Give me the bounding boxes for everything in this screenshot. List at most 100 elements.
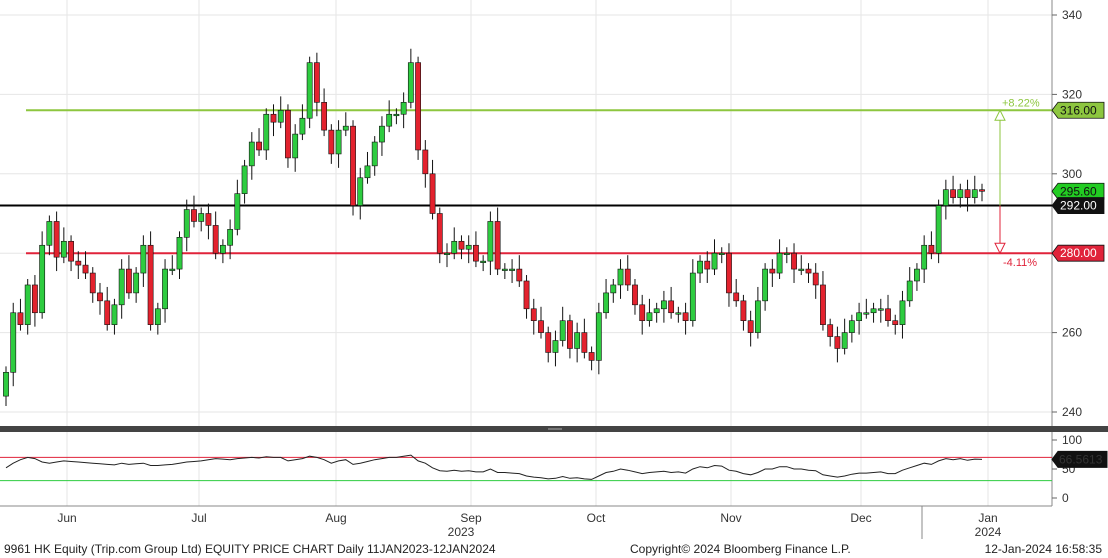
month-label: Jun: [57, 511, 76, 525]
candle-body: [292, 133, 299, 159]
candle-body: [154, 308, 161, 325]
level-292-tag-label: 292.00: [1060, 199, 1097, 213]
candle-body: [574, 332, 581, 349]
chart-description: 9961 HK Equity (Trip.com Group Ltd) EQUI…: [4, 542, 496, 556]
month-label: Sep: [460, 511, 482, 525]
candle-body: [624, 268, 631, 286]
month-label: Jul: [191, 511, 206, 525]
month-label: Dec: [850, 511, 871, 525]
candle-body: [950, 189, 956, 198]
candle-body: [313, 62, 320, 103]
candle-body: [321, 102, 328, 131]
resistance-tag-label: 316.00: [1060, 103, 1097, 117]
candle-body: [53, 221, 60, 258]
candle-body: [581, 332, 588, 353]
candle-body: [183, 209, 190, 238]
candle-body: [487, 221, 494, 262]
rsi-tick-label: 100: [1062, 433, 1082, 447]
candle-body: [176, 237, 183, 270]
candle-body: [971, 189, 978, 198]
candle-body: [501, 268, 508, 271]
candle-body: [827, 324, 834, 337]
candle-body: [509, 268, 515, 271]
candle-body: [567, 320, 573, 349]
candle-body: [436, 213, 443, 254]
candle-body: [856, 312, 862, 321]
candle-body: [914, 268, 920, 282]
candle-body: [205, 213, 212, 226]
candle-body: [675, 312, 682, 315]
candle-body: [350, 125, 356, 206]
candle-body: [444, 252, 450, 255]
candle-body: [646, 312, 653, 321]
candle-body: [805, 268, 812, 274]
candle-body: [964, 189, 971, 198]
price-tags: 295.60 316.00 292.00 280.00: [1051, 101, 1105, 262]
candle-body: [10, 312, 17, 373]
candle-body: [270, 113, 277, 123]
candle-body: [191, 209, 197, 222]
candle-body: [118, 268, 125, 306]
candle-body: [422, 149, 429, 175]
candle-body: [473, 244, 479, 262]
candle-body: [97, 292, 103, 302]
candle-body: [942, 189, 949, 206]
candle-body: [530, 308, 537, 321]
candlestick-series: [3, 48, 985, 407]
candle-body: [552, 340, 559, 353]
candle-body: [617, 268, 624, 286]
candle-body: [400, 102, 407, 115]
candle-body: [39, 244, 46, 314]
candle-body: [357, 177, 364, 206]
candle-body: [848, 320, 855, 333]
candle-body: [668, 300, 675, 314]
price-tick-label: 300: [1062, 167, 1082, 181]
price-levels: [0, 109, 1052, 255]
candle-body: [762, 268, 769, 302]
candle-body: [632, 284, 638, 306]
price-tick-label: 260: [1062, 326, 1082, 340]
candle-body: [588, 352, 595, 361]
up-arrow-head: [994, 109, 1006, 121]
candle-body: [603, 292, 609, 314]
candle-body: [89, 272, 96, 294]
candle-body: [111, 304, 118, 325]
candle-body: [899, 300, 906, 325]
candle-body: [147, 244, 154, 325]
candle-body: [704, 260, 711, 270]
candle-body: [68, 240, 74, 262]
candle-body: [140, 244, 147, 274]
rsi-tick-label: 0: [1062, 491, 1069, 505]
candle-body: [718, 252, 725, 255]
candle-body: [126, 268, 132, 294]
candle-body: [812, 272, 819, 286]
candle-body: [791, 252, 797, 270]
upside-pct-label: +8.22%: [1002, 97, 1040, 109]
candle-body: [516, 268, 523, 282]
down-arrow-head: [994, 242, 1006, 255]
last-price-tag-label: 295.60: [1060, 184, 1097, 198]
candle-body: [660, 300, 667, 310]
candle-body: [46, 221, 53, 246]
candle-body: [892, 320, 899, 325]
candle-body: [545, 332, 552, 353]
candle-body: [335, 129, 342, 155]
candle-body: [256, 141, 262, 151]
candle-body: [379, 125, 385, 143]
candle-body: [219, 244, 226, 254]
downside-pct-label: -4.11%: [1003, 257, 1037, 269]
candle-body: [877, 308, 884, 311]
price-tick-label: 240: [1062, 405, 1082, 419]
candle-body: [104, 300, 111, 325]
candle-body: [863, 312, 870, 315]
candle-body: [212, 225, 219, 254]
rsi-panel: 10050066.5613: [0, 433, 1108, 505]
candle-body: [285, 109, 291, 159]
month-label: Nov: [720, 511, 741, 525]
candle-body: [32, 284, 38, 314]
rsi-line: [5, 454, 983, 480]
candle-body: [639, 304, 646, 321]
candle-body: [24, 284, 31, 325]
price-tick-label: 320: [1062, 87, 1082, 101]
candle-body: [776, 252, 783, 274]
